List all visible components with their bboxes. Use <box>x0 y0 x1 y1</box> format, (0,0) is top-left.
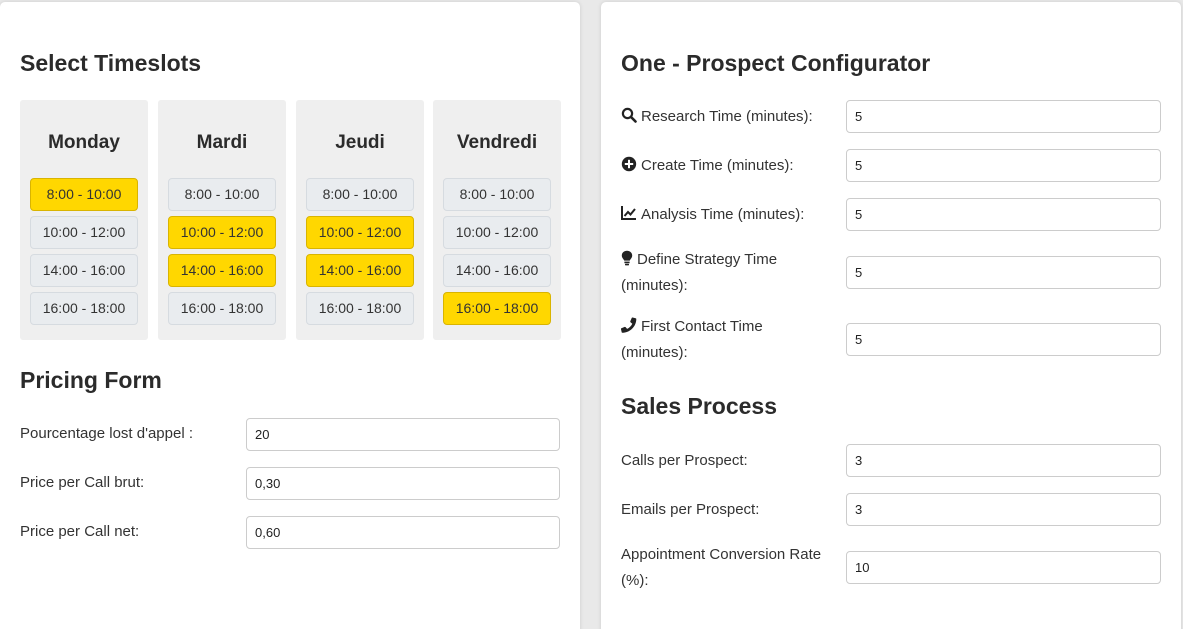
emails-per-prospect-label: Emails per Prospect: <box>621 501 760 518</box>
timeslot-button[interactable]: 10:00 - 12:00 <box>443 216 551 249</box>
appointment-conversion-rate-label: Appointment Conversion Rate (%): <box>621 546 822 589</box>
research-time-input[interactable] <box>846 100 1161 133</box>
calls-per-prospect-label: Calls per Prospect: <box>621 452 748 469</box>
timeslot-button[interactable]: 10:00 - 12:00 <box>168 216 276 249</box>
timeslots-title: Select Timeslots <box>20 50 202 76</box>
day-name: Jeudi <box>335 132 385 153</box>
day-name: Monday <box>48 132 120 153</box>
price-net-label: Price per Call net: <box>20 523 140 540</box>
define-strategy-time-text: Define Strategy Time (minutes): <box>621 251 778 294</box>
price-brut-input[interactable] <box>246 467 560 500</box>
first-contact-time-text: First Contact Time (minutes): <box>621 318 763 361</box>
phone-icon <box>621 317 637 333</box>
emails-per-prospect-input[interactable] <box>846 493 1161 526</box>
day-column-monday: Monday 8:00 - 10:00 10:00 - 12:00 14:00 … <box>20 100 148 340</box>
research-time-text: Research Time (minutes): <box>641 108 813 125</box>
timeslot-button[interactable]: 16:00 - 18:00 <box>306 292 414 325</box>
plus-circle-icon <box>621 156 637 172</box>
analysis-time-text: Analysis Time (minutes): <box>641 206 805 223</box>
timeslot-button[interactable]: 14:00 - 16:00 <box>168 254 276 287</box>
price-brut-label: Price per Call brut: <box>20 474 145 491</box>
day-column-jeudi: Jeudi 8:00 - 10:00 10:00 - 12:00 14:00 -… <box>296 100 424 340</box>
line-chart-icon <box>621 206 636 220</box>
research-time-label: Research Time (minutes): <box>621 104 836 130</box>
configurator-title: One - Prospect Configurator <box>621 50 931 76</box>
timeslot-button[interactable]: 14:00 - 16:00 <box>443 254 551 287</box>
day-name: Vendredi <box>456 132 538 153</box>
timeslot-button[interactable]: 16:00 - 18:00 <box>168 292 276 325</box>
timeslot-button[interactable]: 8:00 - 10:00 <box>443 178 551 211</box>
timeslots-panel: Select Timeslots Monday 8:00 - 10:00 10:… <box>0 2 580 629</box>
timeslot-button[interactable]: 16:00 - 18:00 <box>443 292 551 325</box>
day-column-vendredi: Vendredi 8:00 - 10:00 10:00 - 12:00 14:0… <box>433 100 561 340</box>
timeslot-button[interactable]: 10:00 - 12:00 <box>306 216 414 249</box>
search-icon <box>621 107 637 123</box>
create-time-input[interactable] <box>846 149 1161 182</box>
timeslot-button[interactable]: 14:00 - 16:00 <box>306 254 414 287</box>
create-time-label: Create Time (minutes): <box>621 153 836 179</box>
analysis-time-label: Analysis Time (minutes): <box>621 202 836 228</box>
price-net-input[interactable] <box>246 516 560 549</box>
sales-process-title: Sales Process <box>621 393 778 419</box>
create-time-text: Create Time (minutes): <box>641 157 794 174</box>
define-strategy-time-label: Define Strategy Time (minutes): <box>621 247 821 299</box>
first-contact-time-label: First Contact Time (minutes): <box>621 314 821 366</box>
calls-per-prospect-input[interactable] <box>846 444 1161 477</box>
timeslot-button[interactable]: 16:00 - 18:00 <box>30 292 138 325</box>
lightbulb-icon <box>621 250 633 266</box>
day-column-mardi: Mardi 8:00 - 10:00 10:00 - 12:00 14:00 -… <box>158 100 286 340</box>
timeslot-button[interactable]: 8:00 - 10:00 <box>168 178 276 211</box>
pourcentage-lost-label: Pourcentage lost d'appel : <box>20 425 193 442</box>
day-name: Mardi <box>196 132 248 153</box>
pourcentage-lost-input[interactable] <box>246 418 560 451</box>
first-contact-time-input[interactable] <box>846 323 1161 356</box>
timeslot-button[interactable]: 8:00 - 10:00 <box>306 178 414 211</box>
analysis-time-input[interactable] <box>846 198 1161 231</box>
configurator-panel: One - Prospect Configurator Research Tim… <box>601 2 1181 629</box>
pricing-title: Pricing Form <box>20 367 162 393</box>
define-strategy-time-input[interactable] <box>846 256 1161 289</box>
appointment-conversion-rate-input[interactable] <box>846 551 1161 584</box>
timeslot-button[interactable]: 8:00 - 10:00 <box>30 178 138 211</box>
timeslot-button[interactable]: 14:00 - 16:00 <box>30 254 138 287</box>
timeslot-button[interactable]: 10:00 - 12:00 <box>30 216 138 249</box>
